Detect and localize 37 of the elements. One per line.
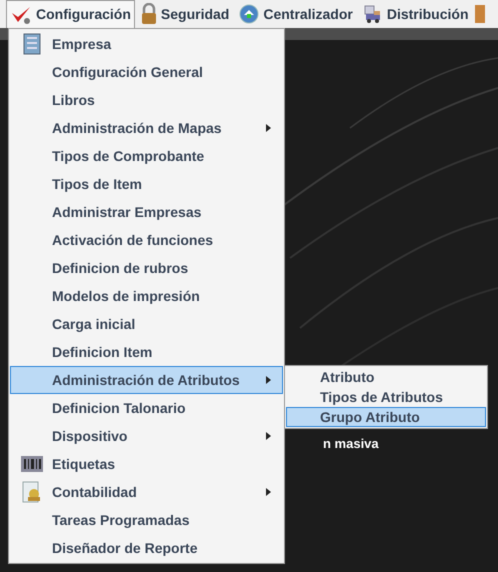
background-text: n masiva xyxy=(323,435,379,453)
menu-bar-item[interactable]: Centralizador xyxy=(235,0,357,28)
menu-item[interactable]: Activación de funciones xyxy=(10,226,283,254)
submenu-arrow-icon xyxy=(266,124,271,132)
submenu-arrow-icon xyxy=(266,432,271,440)
menu-item[interactable]: Etiquetas xyxy=(10,450,283,478)
menu-bar-item[interactable]: Configuración xyxy=(6,0,135,28)
menu-bar-icon[interactable] xyxy=(474,5,484,23)
barcode-printer-icon xyxy=(20,454,44,474)
submenu-arrow-icon xyxy=(266,376,271,384)
menu-item[interactable]: Tipos de Comprobante xyxy=(10,142,283,170)
submenu-item[interactable]: Grupo Atributo xyxy=(286,407,486,427)
menu-item[interactable]: Diseñador de Reporte xyxy=(10,534,283,562)
menu-item[interactable]: Definicion Item xyxy=(10,338,283,366)
menu-bar-item[interactable]: Distribución xyxy=(358,0,472,28)
menu-item[interactable]: Tipos de Item xyxy=(10,170,283,198)
submenu-item[interactable]: Tipos de Atributos xyxy=(286,387,486,407)
menu-item[interactable]: Administrar Empresas xyxy=(10,198,283,226)
menu-item[interactable]: Administración de Atributos xyxy=(10,366,283,394)
menu-item[interactable]: Contabilidad xyxy=(10,478,283,506)
menu-item[interactable]: Configuración General xyxy=(10,58,283,86)
menu-item[interactable]: Dispositivo xyxy=(10,422,283,450)
menu-item[interactable]: Definicion de rubros xyxy=(10,254,283,282)
check-icon xyxy=(10,4,32,24)
menu-item[interactable]: Administración de Mapas xyxy=(10,114,283,142)
menu-item[interactable]: Libros xyxy=(10,86,283,114)
menu-item[interactable]: Modelos de impresión xyxy=(10,282,283,310)
menu-item[interactable]: Definicion Talonario xyxy=(10,394,283,422)
submenu-item[interactable]: Atributo xyxy=(286,367,486,387)
menu-bar-item[interactable]: Seguridad xyxy=(136,0,234,28)
menu-item[interactable]: Tareas Programadas xyxy=(10,506,283,534)
menu-item[interactable]: Carga inicial xyxy=(10,310,283,338)
globe-icon xyxy=(239,4,260,24)
submenu-arrow-icon xyxy=(266,488,271,496)
padlock-icon xyxy=(140,3,157,25)
truck-icon xyxy=(362,4,383,24)
menu-item[interactable]: Empresa xyxy=(10,30,283,58)
